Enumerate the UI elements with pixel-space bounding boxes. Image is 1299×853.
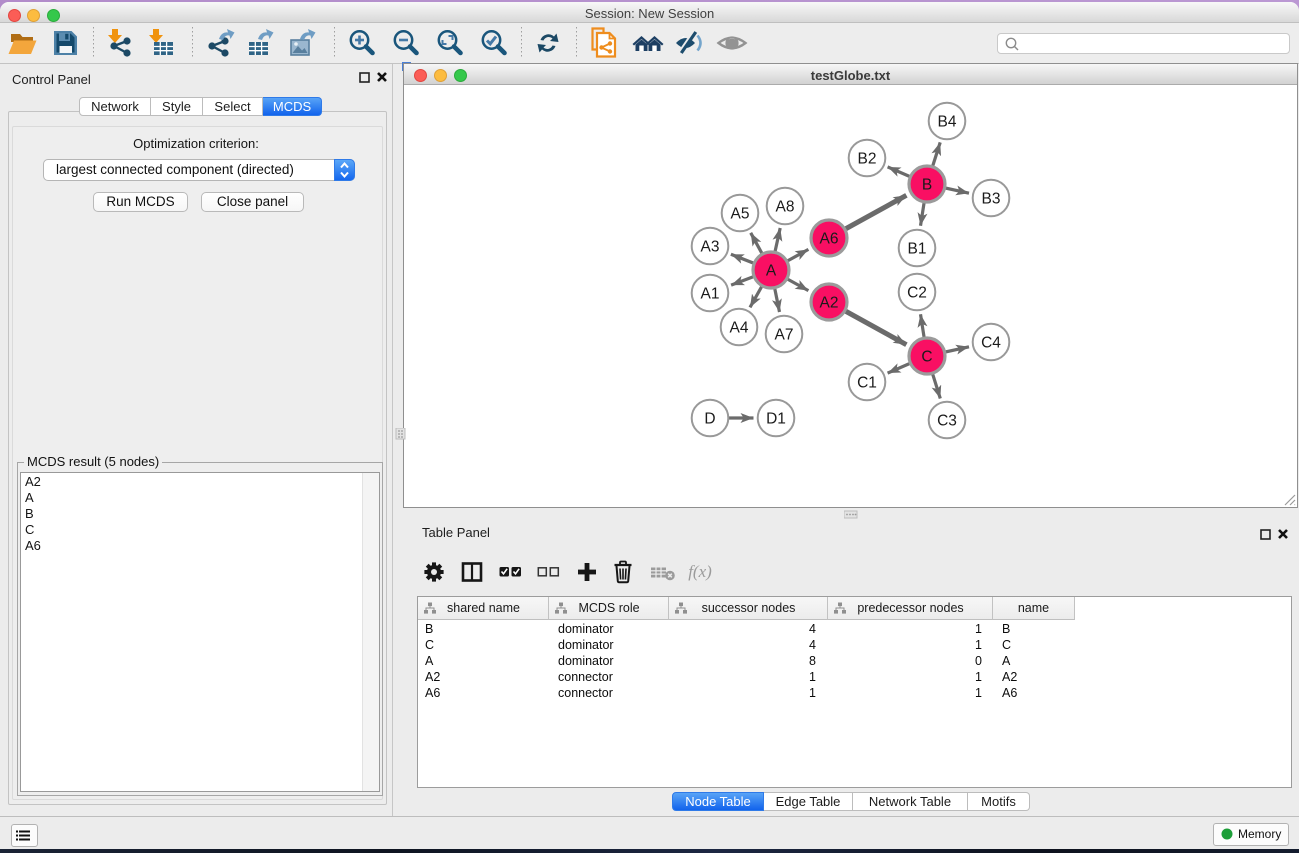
svg-text:A1: A1 (701, 286, 720, 303)
svg-text:B3: B3 (982, 191, 1001, 208)
svg-text:D1: D1 (766, 411, 786, 428)
svg-text:A4: A4 (730, 320, 749, 337)
svg-text:A3: A3 (701, 239, 720, 256)
svg-text:A: A (766, 263, 777, 280)
svg-text:C3: C3 (937, 413, 957, 430)
svg-text:C: C (921, 349, 932, 366)
svg-text:D: D (704, 411, 715, 428)
svg-text:B4: B4 (938, 114, 957, 131)
svg-text:C2: C2 (907, 285, 927, 302)
svg-text:B: B (922, 177, 932, 194)
svg-text:A8: A8 (776, 199, 795, 216)
svg-text:C1: C1 (857, 375, 877, 392)
svg-text:C4: C4 (981, 335, 1001, 352)
svg-text:A6: A6 (820, 231, 839, 248)
svg-text:B1: B1 (908, 241, 927, 258)
svg-text:A5: A5 (731, 206, 750, 223)
svg-text:B2: B2 (858, 151, 877, 168)
svg-text:A7: A7 (775, 327, 794, 344)
svg-text:A2: A2 (820, 295, 839, 312)
